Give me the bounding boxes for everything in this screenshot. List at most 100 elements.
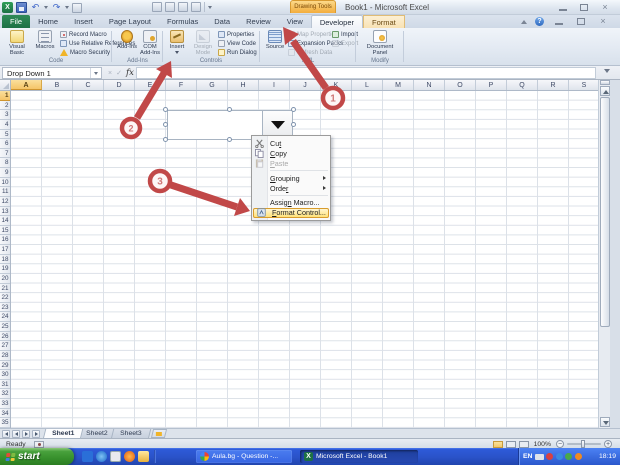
column-header-n[interactable]: N (414, 80, 445, 90)
menu-item-format-control[interactable]: Format Control... (253, 207, 329, 219)
firefox-icon[interactable] (124, 451, 135, 462)
tray-icon-orange[interactable] (574, 453, 582, 460)
row-header-22[interactable]: 22 (0, 293, 10, 303)
tab-review[interactable]: Review (238, 15, 279, 28)
next-sheet-icon[interactable] (22, 429, 30, 438)
scroll-up-icon[interactable] (600, 86, 610, 96)
keyboard-tray-icon[interactable] (534, 453, 544, 460)
row-header-29[interactable]: 29 (0, 361, 10, 371)
row-header-7[interactable]: 7 (0, 149, 10, 159)
folder-icon[interactable] (138, 451, 149, 462)
column-header-i[interactable]: I (259, 80, 290, 90)
selection-handle-n[interactable] (227, 107, 232, 112)
row-header-24[interactable]: 24 (0, 312, 10, 322)
tab-view[interactable]: View (279, 15, 311, 28)
row-header-15[interactable]: 15 (0, 226, 10, 236)
menu-item-order[interactable]: Order (252, 183, 330, 193)
name-box[interactable]: Drop Down 1 (2, 67, 102, 79)
document-panel-button[interactable]: Document Panel (367, 30, 393, 57)
row-header-34[interactable]: 34 (0, 409, 10, 419)
row-header-16[interactable]: 16 (0, 235, 10, 245)
insert-controls-button[interactable]: Insert (164, 30, 190, 57)
internet-explorer-icon[interactable] (96, 451, 107, 462)
menu-item-cut[interactable]: Cut (252, 138, 330, 148)
column-header-q[interactable]: Q (507, 80, 538, 90)
insert-function-button[interactable]: fx (126, 68, 134, 78)
column-header-f[interactable]: F (166, 80, 197, 90)
workbook-minimize-icon[interactable] (555, 19, 563, 25)
column-header-h[interactable]: H (228, 80, 259, 90)
selection-handle-s[interactable] (227, 137, 232, 142)
design-mode-button[interactable]: Design Mode (190, 30, 216, 57)
row-header-5[interactable]: 5 (0, 130, 10, 140)
row-header-11[interactable]: 11 (0, 187, 10, 197)
maximize-icon[interactable] (580, 4, 588, 11)
column-header-p[interactable]: P (476, 80, 507, 90)
clock[interactable]: 18:19 (599, 453, 616, 460)
row-header-35[interactable]: 35 (0, 418, 10, 428)
tab-insert[interactable]: Insert (66, 15, 101, 28)
column-header-o[interactable]: O (445, 80, 476, 90)
row-header-28[interactable]: 28 (0, 351, 10, 361)
expand-formula-bar-icon[interactable] (604, 69, 610, 73)
row-header-9[interactable]: 9 (0, 168, 10, 178)
column-header-e[interactable]: E (135, 80, 166, 90)
view-code-button[interactable]: View Code (218, 40, 257, 47)
start-button[interactable]: start (0, 448, 74, 465)
export-button[interactable]: Export (332, 40, 358, 47)
row-header-21[interactable]: 21 (0, 284, 10, 294)
row-header-33[interactable]: 33 (0, 399, 10, 409)
qat-icon-3[interactable] (178, 2, 188, 12)
tab-developer[interactable]: Developer (310, 15, 364, 28)
page-layout-view-button[interactable] (505, 440, 516, 448)
page-break-view-button[interactable] (518, 440, 529, 448)
selection-handle-ne[interactable] (291, 107, 296, 112)
scrollbar-split-handle[interactable] (600, 80, 610, 85)
macros-button[interactable]: Macros (32, 30, 58, 57)
column-header-l[interactable]: L (352, 80, 383, 90)
row-header-1[interactable]: 1 (0, 91, 10, 101)
tray-icon-green[interactable] (565, 453, 573, 460)
close-icon[interactable]: × (598, 3, 612, 12)
help-icon[interactable]: ? (535, 17, 544, 26)
customize-qat-dropdown-icon[interactable] (208, 5, 212, 9)
redo-dropdown-icon[interactable] (65, 6, 69, 9)
row-header-14[interactable]: 14 (0, 216, 10, 226)
task-button-1[interactable]: Aula.bg - Question -... (196, 450, 292, 463)
row-header-27[interactable]: 27 (0, 341, 10, 351)
column-header-s[interactable]: S (569, 80, 598, 90)
qat-icon-4[interactable] (191, 2, 201, 12)
row-header-10[interactable]: 10 (0, 178, 10, 188)
selection-handle-w[interactable] (163, 122, 168, 127)
sheet-tab-sheet3[interactable]: Sheet3 (110, 428, 151, 439)
collapse-ribbon-icon[interactable] (521, 19, 527, 24)
select-all-corner[interactable] (0, 80, 11, 91)
qat-icon-1[interactable] (152, 2, 162, 12)
tab-data[interactable]: Data (206, 15, 238, 28)
workbook-close-icon[interactable]: × (596, 17, 610, 26)
properties-button[interactable]: Properties (218, 31, 257, 38)
row-header-3[interactable]: 3 (0, 110, 10, 120)
undo-button[interactable]: ↶ (30, 2, 41, 13)
minimize-icon[interactable] (559, 5, 567, 11)
menu-item-assign-macro[interactable]: Assign Macro... (252, 197, 330, 207)
zoom-slider-thumb[interactable] (581, 440, 585, 448)
selection-handle-e[interactable] (291, 122, 296, 127)
menu-item-grouping[interactable]: Grouping (252, 173, 330, 183)
normal-view-button[interactable] (492, 440, 503, 448)
row-header-20[interactable]: 20 (0, 274, 10, 284)
column-header-d[interactable]: D (104, 80, 135, 90)
vertical-scrollbar[interactable] (598, 80, 610, 428)
language-indicator[interactable]: EN (523, 453, 532, 460)
vertical-scroll-thumb[interactable] (600, 97, 610, 327)
scroll-down-icon[interactable] (600, 417, 610, 427)
column-header-g[interactable]: G (197, 80, 228, 90)
row-header-26[interactable]: 26 (0, 332, 10, 342)
column-header-r[interactable]: R (538, 80, 569, 90)
refresh-data-button[interactable]: Refresh Data (288, 49, 343, 56)
sheet-tab-sheet1[interactable]: Sheet1 (42, 428, 84, 439)
qat-extra-button[interactable] (72, 2, 82, 13)
save-button[interactable] (16, 2, 27, 13)
tab-formulas[interactable]: Formulas (159, 15, 206, 28)
row-header-12[interactable]: 12 (0, 197, 10, 207)
